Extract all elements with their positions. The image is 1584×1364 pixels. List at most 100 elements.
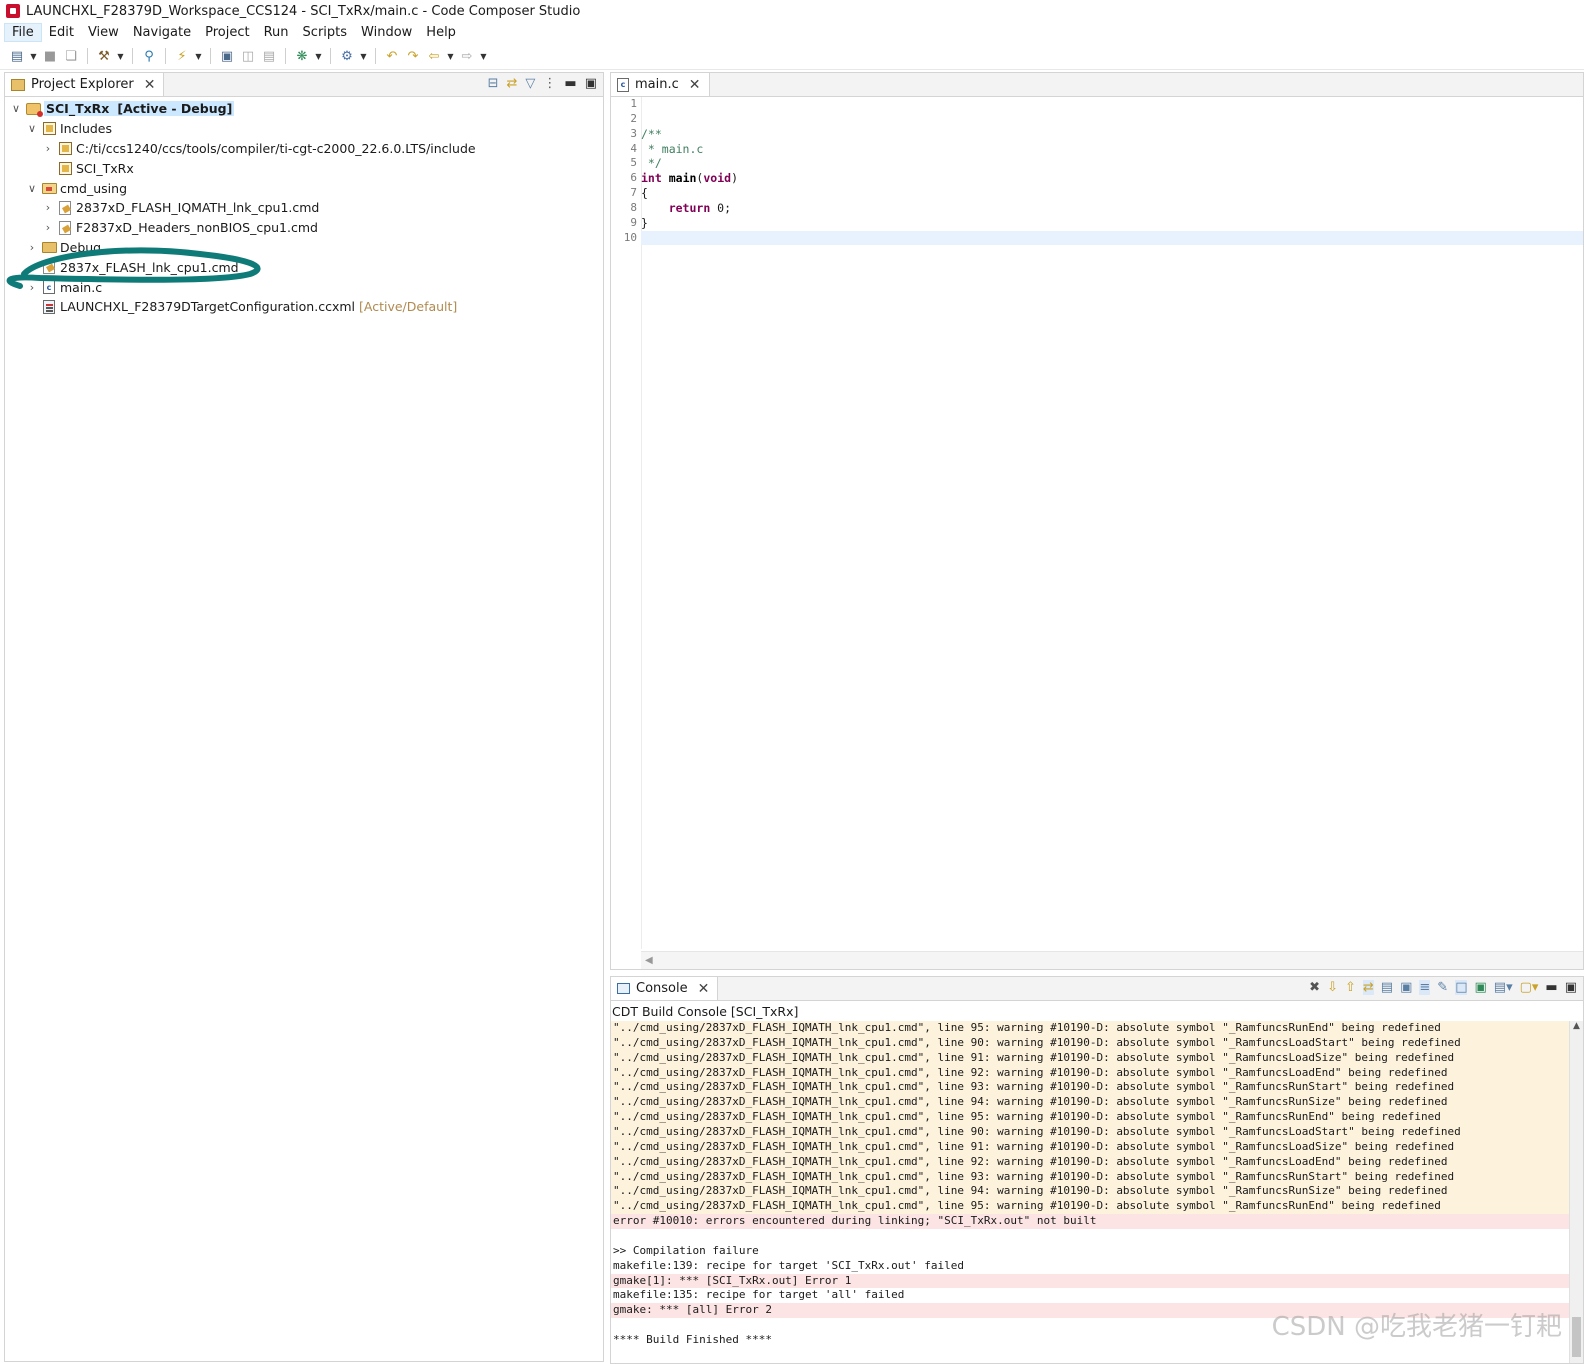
tree-item[interactable]: ∨ SCI_TxRx [Active - Debug]	[5, 99, 603, 119]
code-line[interactable]: * main.c	[641, 142, 1583, 157]
editor-tabbar: c main.c ✕	[611, 73, 1583, 97]
close-icon[interactable]: ✕	[698, 981, 710, 997]
previous-error-icon[interactable]: ⇧	[1345, 980, 1356, 995]
tree-item[interactable]: ∨ Includes	[5, 119, 603, 139]
chevron-right-icon[interactable]: ›	[25, 261, 39, 274]
code-line[interactable]: {	[641, 186, 1583, 201]
new-icon[interactable]: ▤	[8, 47, 26, 65]
menu-window[interactable]: Window	[354, 24, 419, 41]
code-line[interactable]	[641, 112, 1583, 127]
minimize-icon[interactable]: ▬	[1545, 980, 1557, 995]
show-console-icon[interactable]: ▣	[1400, 980, 1412, 995]
project-explorer-tabbar: Project Explorer ✕ ⊟ ⇄ ▽ ⋮ ▬ ▣	[5, 73, 603, 97]
code-line[interactable]: int main(void)	[641, 171, 1583, 186]
tree-item[interactable]: › F2837xD_Headers_nonBIOS_cpu1.cmd	[5, 218, 603, 238]
line-number: 6	[630, 171, 637, 185]
flash-dropdown-icon[interactable]: ▼	[194, 47, 203, 65]
tab-main-c[interactable]: c main.c ✕	[611, 73, 710, 96]
project-explorer-icon	[11, 78, 25, 91]
maximize-icon[interactable]: ▣	[1565, 980, 1577, 995]
word-wrap-icon[interactable]: ≡	[1419, 980, 1431, 995]
save-icon[interactable]: ■	[41, 47, 59, 65]
horizontal-scrollbar[interactable]: ◀	[641, 951, 1583, 969]
collapse-all-icon[interactable]: ⊟	[488, 76, 499, 91]
next-edit-icon[interactable]: ↷	[404, 47, 422, 65]
chevron-right-icon[interactable]: ›	[41, 201, 55, 214]
chevron-right-icon[interactable]: ›	[41, 142, 55, 155]
tree-item-label: F2837xD_Headers_nonBIOS_cpu1.cmd	[76, 220, 318, 236]
tree-item[interactable]: › C:/ti/ccs1240/ccs/tools/compiler/ti-cgt…	[5, 139, 603, 159]
forward-dropdown-icon[interactable]: ▼	[479, 47, 488, 65]
window-title: LAUNCHXL_F28379D_Workspace_CCS124 - SCI_…	[26, 3, 581, 19]
menu-edit[interactable]: Edit	[42, 24, 81, 41]
pin-console-icon[interactable]: ▣	[1474, 980, 1486, 995]
filter-icon[interactable]: ▽	[525, 76, 535, 91]
flash-icon[interactable]: ⚡	[173, 47, 191, 65]
close-icon[interactable]: ✕	[144, 77, 156, 93]
open-console-icon[interactable]: ▤▾	[1494, 980, 1513, 995]
chevron-right-icon[interactable]: ›	[25, 241, 39, 254]
tab-console[interactable]: Console ✕	[611, 977, 719, 1000]
editor-body[interactable]: 1 2 3 4 5 6 7 8 9 10 /** * main.c */int main(void…	[611, 97, 1583, 969]
display-selected-console-icon[interactable]: □	[1455, 980, 1468, 995]
debug-dropdown-icon[interactable]: ▼	[314, 47, 323, 65]
debug-bug-icon[interactable]: ❋	[293, 47, 311, 65]
code-line[interactable]	[641, 230, 1583, 246]
copy-build-log-icon[interactable]: ▤	[1381, 980, 1393, 995]
view-menu-icon[interactable]: ⋮	[543, 76, 556, 91]
scrollbar-thumb[interactable]	[1572, 1317, 1581, 1357]
chevron-right-icon[interactable]: ›	[25, 281, 39, 294]
scroll-lock-icon[interactable]: ⇄	[1362, 980, 1374, 995]
menu-file[interactable]: File	[4, 22, 42, 42]
back-dropdown-icon[interactable]: ▼	[446, 47, 455, 65]
tree-item[interactable]: › 2837x_FLASH_lnk_cpu1.cmd	[5, 257, 603, 277]
code-line[interactable]: /**	[641, 127, 1583, 142]
save-all-icon[interactable]: ❏	[62, 47, 80, 65]
code-line[interactable]: */	[641, 156, 1583, 171]
build-dropdown-icon[interactable]: ▼	[116, 47, 125, 65]
next-error-icon[interactable]: ⇩	[1327, 980, 1338, 995]
clear-console-icon[interactable]: ✖	[1309, 980, 1320, 995]
tree-item[interactable]: › Debug	[5, 238, 603, 258]
toggle-view-icon[interactable]: ◫	[239, 47, 257, 65]
tree-item[interactable]: › c main.c	[5, 277, 603, 297]
vertical-scrollbar[interactable]: ▲	[1569, 1021, 1583, 1363]
link-with-editor-icon[interactable]: ⇄	[507, 76, 518, 91]
menu-project[interactable]: Project	[198, 24, 256, 41]
chevron-down-icon[interactable]: ∨	[25, 122, 39, 135]
code-text-area[interactable]: /** * main.c */int main(void){ return 0;…	[641, 97, 1583, 949]
build-hammer-icon[interactable]: ⚒	[95, 47, 113, 65]
new-console-icon[interactable]: ▢▾	[1520, 980, 1539, 995]
forward-arrow-icon[interactable]: ⇨	[458, 47, 476, 65]
chevron-right-icon[interactable]: ›	[41, 221, 55, 234]
prev-edit-icon[interactable]: ↶	[383, 47, 401, 65]
menu-navigate[interactable]: Navigate	[126, 24, 198, 41]
menu-help[interactable]: Help	[419, 24, 463, 41]
maximize-icon[interactable]: ▣	[585, 76, 597, 91]
new-dropdown-icon[interactable]: ▼	[29, 47, 38, 65]
tree-item[interactable]: SCI_TxRx	[5, 158, 603, 178]
chevron-down-icon[interactable]: ∨	[25, 182, 39, 195]
code-line[interactable]: return 0;	[641, 201, 1583, 216]
tree-item[interactable]: ∨ cmd_using	[5, 178, 603, 198]
tree-item[interactable]: › 2837xD_FLASH_IQMATH_lnk_cpu1.cmd	[5, 198, 603, 218]
menu-run[interactable]: Run	[257, 24, 296, 41]
tree-item[interactable]: LAUNCHXL_F28379DTargetConfiguration.ccxm…	[5, 297, 603, 317]
code-line[interactable]	[641, 97, 1583, 112]
terminal-icon[interactable]: ▣	[218, 47, 236, 65]
minimize-icon[interactable]: ▬	[564, 76, 576, 91]
external-tools-dropdown-icon[interactable]: ▼	[359, 47, 368, 65]
scroll-up-icon[interactable]: ▲	[1570, 1021, 1583, 1031]
tab-project-explorer[interactable]: Project Explorer ✕	[5, 73, 165, 96]
menu-view[interactable]: View	[81, 24, 126, 41]
search-icon[interactable]: ⚲	[140, 47, 158, 65]
menu-bar: File Edit View Navigate Project Run Scripts Win…	[0, 22, 1584, 42]
back-arrow-icon[interactable]: ⇦	[425, 47, 443, 65]
remove-launch-icon[interactable]: ✎	[1437, 980, 1448, 995]
external-tools-icon[interactable]: ⚙	[338, 47, 356, 65]
mark-occurrences-icon[interactable]: ▤	[260, 47, 278, 65]
menu-scripts[interactable]: Scripts	[296, 24, 354, 41]
chevron-down-icon[interactable]: ∨	[9, 102, 23, 115]
code-line[interactable]: }	[641, 216, 1583, 231]
close-icon[interactable]: ✕	[689, 77, 701, 93]
